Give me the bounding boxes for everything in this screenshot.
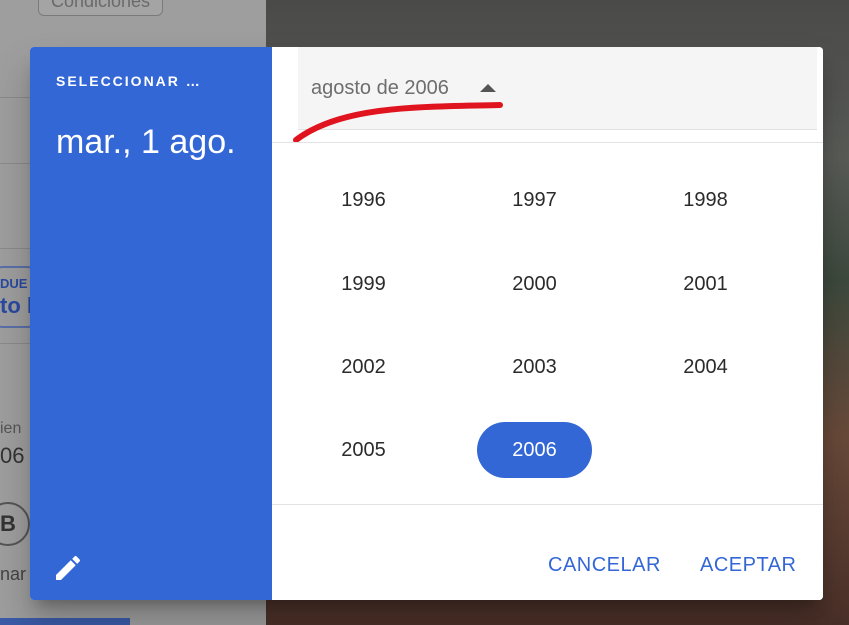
date-picker-dialog: SELECCIONAR … mar., 1 ago. agosto de 200… <box>30 47 823 600</box>
month-year-label: agosto de 2006 <box>311 77 449 99</box>
year-option[interactable]: 1996 <box>306 172 421 228</box>
year-option[interactable]: 1999 <box>306 256 421 312</box>
field-underline <box>0 343 30 344</box>
conditions-chip: Condiciones <box>38 0 164 16</box>
month-year-selector[interactable]: agosto de 2006 <box>298 47 817 130</box>
year-picker-panel: agosto de 2006 1996 1997 1998 1999 2000 … <box>272 47 823 600</box>
dialog-actions: CANCELAR ACEPTAR <box>272 505 823 600</box>
partial-value: to l <box>0 293 33 318</box>
year-option[interactable]: 1998 <box>648 172 763 228</box>
date-picker-header: SELECCIONAR … mar., 1 ago. <box>30 47 272 600</box>
partial-label: nar <box>0 564 27 584</box>
year-option-selected[interactable]: 2006 <box>477 422 592 478</box>
selected-date-headline: mar., 1 ago. <box>56 123 236 161</box>
bottom-bar <box>0 618 130 625</box>
year-option[interactable]: 2005 <box>306 422 421 478</box>
pencil-icon[interactable] <box>52 552 84 584</box>
year-option[interactable]: 2004 <box>648 339 763 395</box>
year-option[interactable]: 2003 <box>477 339 592 395</box>
field-underline <box>0 97 30 98</box>
accept-button[interactable]: ACEPTAR <box>700 545 796 585</box>
cancel-button[interactable]: CANCELAR <box>548 545 661 585</box>
year-option[interactable]: 2002 <box>306 339 421 395</box>
partial-label: DUE <box>0 276 28 291</box>
field-underline <box>0 248 30 249</box>
year-option[interactable]: 2000 <box>477 256 592 312</box>
avatar: B <box>0 502 30 546</box>
partial-label: ien <box>0 420 22 437</box>
year-option[interactable]: 2001 <box>648 256 763 312</box>
arrow-up-icon <box>480 84 496 92</box>
field-underline <box>0 163 30 164</box>
header-overline: SELECCIONAR … <box>56 73 202 89</box>
year-option[interactable]: 1997 <box>477 172 592 228</box>
divider <box>272 142 823 143</box>
partial-value: 06 <box>0 443 25 468</box>
